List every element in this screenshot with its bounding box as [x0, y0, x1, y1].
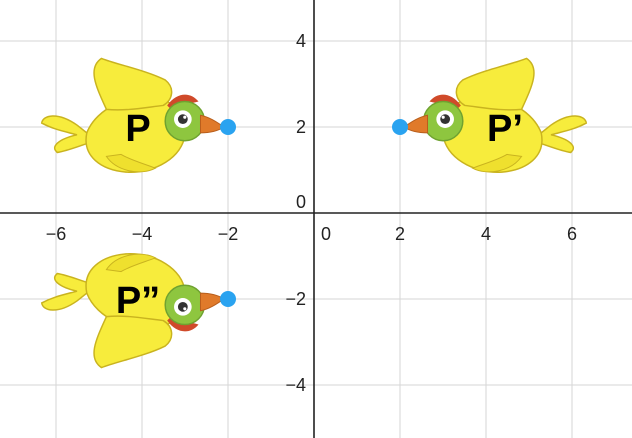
y-tick-label: 4 — [296, 31, 306, 51]
bird-1: P — [40, 57, 236, 173]
x-tick-label: −6 — [46, 224, 67, 244]
bird-3: P” — [40, 253, 236, 369]
beak-point — [220, 291, 236, 307]
beak-point — [392, 119, 408, 135]
x-tick-label: 6 — [567, 224, 577, 244]
x-tick-label: −4 — [132, 224, 153, 244]
y-tick-label: 2 — [296, 117, 306, 137]
origin-y-label: 0 — [296, 192, 306, 212]
origin-x-label: 0 — [321, 224, 331, 244]
coordinate-plane: −6 −4 −2 2 4 6 −4 −2 2 4 00 P P’ P” — [0, 0, 632, 438]
bird-label: P’ — [487, 108, 523, 150]
bird-label: P — [125, 108, 150, 150]
x-tick-label: 2 — [395, 224, 405, 244]
x-tick-label: −2 — [218, 224, 239, 244]
bird-label: P” — [116, 280, 160, 322]
y-tick-label: −4 — [285, 375, 306, 395]
bird-2: P’ — [392, 57, 588, 173]
x-tick-label: 4 — [481, 224, 491, 244]
beak-point — [220, 119, 236, 135]
y-tick-label: −2 — [285, 289, 306, 309]
